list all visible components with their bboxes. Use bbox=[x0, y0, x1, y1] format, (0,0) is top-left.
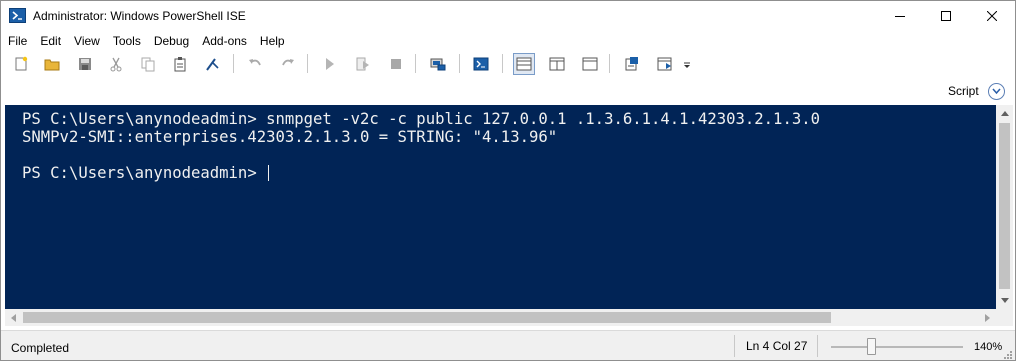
powershell-ise-icon bbox=[9, 7, 26, 24]
show-script-right-icon bbox=[549, 57, 565, 71]
scrollbar-corner bbox=[996, 309, 1013, 326]
maximize-icon bbox=[941, 11, 951, 21]
chevron-right-icon bbox=[985, 313, 990, 322]
title-bar[interactable]: Administrator: Windows PowerShell ISE bbox=[1, 1, 1015, 31]
menu-file[interactable]: File bbox=[1, 32, 33, 50]
close-button[interactable] bbox=[969, 1, 1015, 31]
show-script-pane-button[interactable] bbox=[988, 83, 1005, 100]
show-command-addon-icon bbox=[657, 57, 672, 71]
status-text: Completed bbox=[11, 341, 70, 355]
close-icon bbox=[987, 11, 997, 21]
run-selection-icon bbox=[356, 57, 369, 71]
minimize-button[interactable] bbox=[877, 1, 923, 31]
show-script-maximized-button[interactable] bbox=[579, 53, 601, 75]
copy-icon bbox=[141, 57, 155, 72]
status-bar: Completed Ln 4 Col 27 140% bbox=[1, 330, 1015, 360]
toolbar-separator bbox=[233, 54, 234, 73]
toolbar-separator bbox=[609, 54, 610, 73]
toolbar-separator bbox=[307, 54, 308, 73]
menu-bar: File Edit View Tools Debug Add-ons Help bbox=[1, 32, 1015, 50]
toolbar-separator bbox=[415, 54, 416, 73]
cursor-position: Ln 4 Col 27 bbox=[746, 339, 808, 353]
scroll-left-button[interactable] bbox=[5, 309, 22, 326]
menu-view[interactable]: View bbox=[67, 32, 106, 50]
menu-help[interactable]: Help bbox=[253, 32, 291, 50]
zoom-slider-track[interactable] bbox=[831, 346, 963, 348]
run-selection-button[interactable] bbox=[352, 53, 374, 75]
stop-button[interactable] bbox=[385, 53, 407, 75]
toolbar-separator bbox=[459, 54, 460, 73]
stop-icon bbox=[391, 59, 401, 69]
remote-powershell-icon bbox=[430, 58, 446, 71]
clear-console-button[interactable] bbox=[201, 53, 223, 75]
maximize-button[interactable] bbox=[923, 1, 969, 31]
cut-button[interactable] bbox=[105, 53, 127, 75]
horizontal-scrollbar[interactable] bbox=[5, 309, 996, 326]
open-icon bbox=[44, 59, 60, 71]
show-script-maximized-icon bbox=[582, 57, 598, 71]
run-icon bbox=[326, 58, 334, 70]
chevron-down-circle-icon bbox=[992, 88, 1001, 95]
show-command-addon-button[interactable] bbox=[654, 53, 676, 75]
more-icon bbox=[684, 62, 690, 68]
undo-icon bbox=[249, 59, 261, 66]
chevron-left-icon bbox=[11, 313, 16, 322]
window-title: Administrator: Windows PowerShell ISE bbox=[33, 9, 246, 23]
zoom-level: 140% bbox=[974, 341, 1003, 353]
show-script-right-button[interactable] bbox=[546, 53, 568, 75]
scroll-down-button[interactable] bbox=[996, 292, 1013, 309]
toolbar-separator bbox=[502, 54, 503, 73]
menu-tools[interactable]: Tools bbox=[106, 32, 147, 50]
show-command-window-icon bbox=[625, 57, 638, 71]
paste-icon bbox=[174, 57, 186, 72]
show-command-window-button[interactable] bbox=[621, 53, 643, 75]
cut-icon bbox=[110, 57, 122, 72]
console-pane[interactable]: PS C:\Users\anynodeadmin> snmpget -v2c -… bbox=[5, 105, 996, 309]
script-label[interactable]: Script bbox=[948, 84, 979, 98]
status-separator bbox=[817, 335, 818, 357]
toolbar-overflow-button[interactable] bbox=[681, 53, 693, 75]
console-prompt-line[interactable]: PS C:\Users\anynodeadmin> bbox=[22, 164, 270, 182]
vertical-scrollbar[interactable] bbox=[996, 105, 1013, 309]
chevron-down-icon bbox=[1000, 298, 1009, 303]
status-separator bbox=[734, 335, 735, 357]
menu-edit[interactable]: Edit bbox=[33, 32, 67, 50]
new-icon bbox=[15, 56, 28, 71]
chevron-up-icon bbox=[1000, 111, 1009, 116]
new-button[interactable] bbox=[10, 53, 32, 75]
text-cursor bbox=[268, 165, 270, 181]
run-button[interactable] bbox=[318, 53, 340, 75]
save-button[interactable] bbox=[74, 53, 96, 75]
zoom-slider-thumb[interactable] bbox=[867, 338, 876, 355]
show-script-top-button[interactable] bbox=[513, 53, 535, 75]
open-button[interactable] bbox=[41, 53, 63, 75]
resize-grip-icon[interactable] bbox=[1003, 350, 1012, 359]
show-script-top-icon bbox=[516, 57, 532, 71]
console-line: SNMPv2-SMI::enterprises.42303.2.1.3.0 = … bbox=[22, 128, 558, 146]
save-icon bbox=[79, 58, 91, 70]
copy-button[interactable] bbox=[137, 53, 159, 75]
console-line: PS C:\Users\anynodeadmin> snmpget -v2c -… bbox=[22, 110, 820, 128]
redo-button[interactable] bbox=[277, 53, 299, 75]
start-powershell-button[interactable] bbox=[470, 53, 492, 75]
paste-button[interactable] bbox=[169, 53, 191, 75]
scroll-right-button[interactable] bbox=[979, 309, 996, 326]
undo-button[interactable] bbox=[244, 53, 266, 75]
remote-powershell-button[interactable] bbox=[427, 53, 449, 75]
scroll-up-button[interactable] bbox=[996, 105, 1013, 122]
clear-console-icon bbox=[206, 58, 219, 71]
menu-debug[interactable]: Debug bbox=[147, 32, 195, 50]
redo-icon bbox=[282, 59, 294, 66]
toolbar bbox=[1, 50, 1015, 77]
script-pane-bar: Script bbox=[1, 80, 1015, 102]
menu-add-ons[interactable]: Add-ons bbox=[195, 32, 253, 50]
minimize-icon bbox=[895, 16, 905, 17]
start-powershell-icon bbox=[473, 57, 489, 71]
powershell-ise-window: Administrator: Windows PowerShell ISE Fi… bbox=[0, 0, 1016, 361]
vertical-scroll-thumb[interactable] bbox=[999, 123, 1010, 289]
horizontal-scroll-thumb[interactable] bbox=[23, 312, 831, 323]
console-prompt: PS C:\Users\anynodeadmin> bbox=[22, 164, 267, 182]
